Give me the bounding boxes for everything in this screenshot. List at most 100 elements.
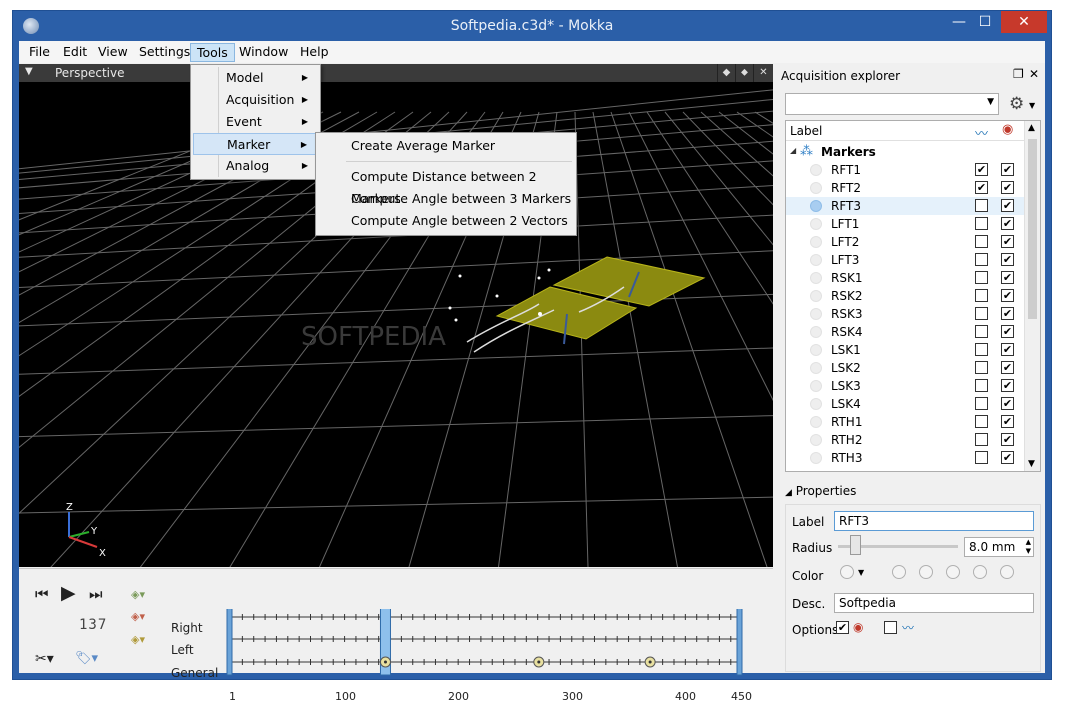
menu-settings[interactable]: Settings xyxy=(133,43,196,62)
viewport-mode[interactable]: Perspective xyxy=(55,66,125,80)
general-event-tag-icon[interactable]: ◈▾ xyxy=(131,633,145,646)
marker-row[interactable]: LFT3 ✔ xyxy=(786,251,1026,269)
compute-angle-3-markers-item[interactable]: Compute Angle between 3 Markers xyxy=(318,188,573,210)
menu-help[interactable]: Help xyxy=(294,43,335,62)
marker-row[interactable]: LFT2 ✔ xyxy=(786,233,1026,251)
option-visible-checkbox[interactable]: ✔ xyxy=(836,621,849,634)
split-vertical-icon[interactable]: ⬥ xyxy=(735,64,753,82)
tools-menu-marker[interactable]: Marker ▶ xyxy=(193,133,318,155)
marker-used-checkbox[interactable] xyxy=(975,253,988,266)
marker-visible-checkbox[interactable]: ✔ xyxy=(1001,325,1014,338)
marker-used-checkbox[interactable]: ✔ xyxy=(975,163,988,176)
marker-visible-checkbox[interactable]: ✔ xyxy=(1001,163,1014,176)
marker-used-checkbox[interactable] xyxy=(975,289,988,302)
marker-visible-checkbox[interactable]: ✔ xyxy=(1001,433,1014,446)
menu-window[interactable]: Window xyxy=(233,43,294,62)
gear-menu-arrow-icon[interactable]: ▼ xyxy=(1029,101,1035,110)
go-start-icon[interactable]: ⏮ xyxy=(35,585,49,603)
marker-used-checkbox[interactable] xyxy=(975,271,988,284)
marker-row[interactable]: RSK2 ✔ xyxy=(786,287,1026,305)
marker-row[interactable]: RTH3 ✔ xyxy=(786,449,1026,467)
marker-row[interactable]: RFT3 ✔ xyxy=(786,197,1026,215)
marker-used-checkbox[interactable] xyxy=(975,235,988,248)
tree-scrollbar[interactable]: ▲ ▼ xyxy=(1024,121,1040,471)
marker-row[interactable]: RFT1 ✔ ✔ xyxy=(786,161,1026,179)
radius-spinbox[interactable]: 8.0 mm ▲ ▼ xyxy=(964,537,1034,557)
label-field[interactable]: RFT3 xyxy=(834,511,1034,531)
go-end-icon[interactable]: ⏭ xyxy=(89,585,103,603)
timeline-bound-handle[interactable] xyxy=(226,609,233,676)
marker-row[interactable]: LSK4 ✔ xyxy=(786,395,1026,413)
marker-used-checkbox[interactable] xyxy=(975,199,988,212)
close-button[interactable]: ✕ xyxy=(1001,11,1047,33)
menu-file[interactable]: File xyxy=(23,43,56,62)
marker-row[interactable]: RSK4 ✔ xyxy=(786,323,1026,341)
color-swatch-2[interactable] xyxy=(919,565,933,579)
viewport-close-icon[interactable]: ✕ xyxy=(753,64,773,82)
create-average-marker-item[interactable]: Create Average Marker xyxy=(318,135,573,157)
marker-visible-checkbox[interactable]: ✔ xyxy=(1001,235,1014,248)
marker-used-checkbox[interactable]: ✔ xyxy=(975,181,988,194)
marker-used-checkbox[interactable] xyxy=(975,451,988,464)
properties-header[interactable]: ◢ Properties xyxy=(785,484,856,498)
marker-row[interactable]: RTH1 ✔ xyxy=(786,413,1026,431)
marker-visible-checkbox[interactable]: ✔ xyxy=(1001,307,1014,320)
marker-used-checkbox[interactable] xyxy=(975,325,988,338)
marker-used-checkbox[interactable] xyxy=(975,379,988,392)
marker-tree[interactable]: Label 〰 ◉ ◢ ⁂ Markers RFT1 ✔ ✔ RFT2 ✔ ✔ RFT3 ✔ L… xyxy=(785,120,1041,472)
menu-tools[interactable]: Tools xyxy=(190,43,235,62)
marker-row[interactable]: RFT2 ✔ ✔ xyxy=(786,179,1026,197)
tools-menu-analog[interactable]: Analog ▶ xyxy=(193,155,318,177)
option-trajectory-checkbox[interactable] xyxy=(884,621,897,634)
marker-row[interactable]: RSK3 ✔ xyxy=(786,305,1026,323)
left-event-tag-icon[interactable]: ◈▾ xyxy=(131,610,145,623)
marker-used-checkbox[interactable] xyxy=(975,343,988,356)
dock-close-icon[interactable]: ✕ xyxy=(1029,67,1039,81)
tools-icon[interactable]: ✂▾ xyxy=(35,651,54,667)
marker-row[interactable]: LSK3 ✔ xyxy=(786,377,1026,395)
scroll-thumb[interactable] xyxy=(1028,139,1037,319)
color-swatch-5[interactable] xyxy=(1000,565,1014,579)
markers-group[interactable]: ◢ ⁂ Markers xyxy=(786,143,1026,161)
tools-menu-event[interactable]: Event ▶ xyxy=(193,111,318,133)
color-swatch-1[interactable] xyxy=(892,565,906,579)
viewport-menu-icon[interactable]: ▼ xyxy=(25,66,33,77)
minimize-button[interactable]: — xyxy=(945,11,973,33)
marker-visible-checkbox[interactable]: ✔ xyxy=(1001,289,1014,302)
marker-visible-checkbox[interactable]: ✔ xyxy=(1001,379,1014,392)
marker-used-checkbox[interactable] xyxy=(975,415,988,428)
color-dropdown-icon[interactable]: ▼ xyxy=(858,568,864,577)
marker-visible-checkbox[interactable]: ✔ xyxy=(1001,181,1014,194)
dock-float-icon[interactable]: ❐ xyxy=(1013,67,1024,81)
marker-visible-checkbox[interactable]: ✔ xyxy=(1001,253,1014,266)
marker-visible-checkbox[interactable]: ✔ xyxy=(1001,199,1014,212)
marker-row[interactable]: LSK1 ✔ xyxy=(786,341,1026,359)
desc-field[interactable]: Softpedia xyxy=(834,593,1034,613)
marker-used-checkbox[interactable] xyxy=(975,217,988,230)
marker-row[interactable]: LSK2 ✔ xyxy=(786,359,1026,377)
spin-arrows-icon[interactable]: ▲ ▼ xyxy=(1026,538,1031,556)
marker-used-checkbox[interactable] xyxy=(975,307,988,320)
event-tag-icon[interactable]: 🏷▾ xyxy=(75,651,98,666)
color-picker[interactable] xyxy=(840,565,854,579)
scroll-down-icon[interactable]: ▼ xyxy=(1028,459,1035,469)
marker-visible-checkbox[interactable]: ✔ xyxy=(1001,343,1014,356)
maximize-button[interactable]: ☐ xyxy=(971,11,999,33)
marker-used-checkbox[interactable] xyxy=(975,433,988,446)
timeline-bound-handle[interactable] xyxy=(736,609,743,676)
marker-visible-checkbox[interactable]: ✔ xyxy=(1001,217,1014,230)
menu-edit[interactable]: Edit xyxy=(57,43,93,62)
marker-row[interactable]: LFT1 ✔ xyxy=(786,215,1026,233)
marker-row[interactable]: RTH2 ✔ xyxy=(786,431,1026,449)
right-event-tag-icon[interactable]: ◈▾ xyxy=(131,588,145,601)
tools-menu-acquisition[interactable]: Acquisition ▶ xyxy=(193,89,318,111)
gear-icon[interactable]: ⚙ xyxy=(1009,94,1024,114)
compute-angle-2-vectors-item[interactable]: Compute Angle between 2 Vectors xyxy=(318,210,573,232)
timeline-ruler[interactable] xyxy=(219,609,759,689)
marker-visible-checkbox[interactable]: ✔ xyxy=(1001,415,1014,428)
color-swatch-3[interactable] xyxy=(946,565,960,579)
marker-row[interactable]: RSK1 ✔ xyxy=(786,269,1026,287)
play-icon[interactable]: ▶ xyxy=(61,582,76,604)
color-swatch-4[interactable] xyxy=(973,565,987,579)
marker-visible-checkbox[interactable]: ✔ xyxy=(1001,361,1014,374)
